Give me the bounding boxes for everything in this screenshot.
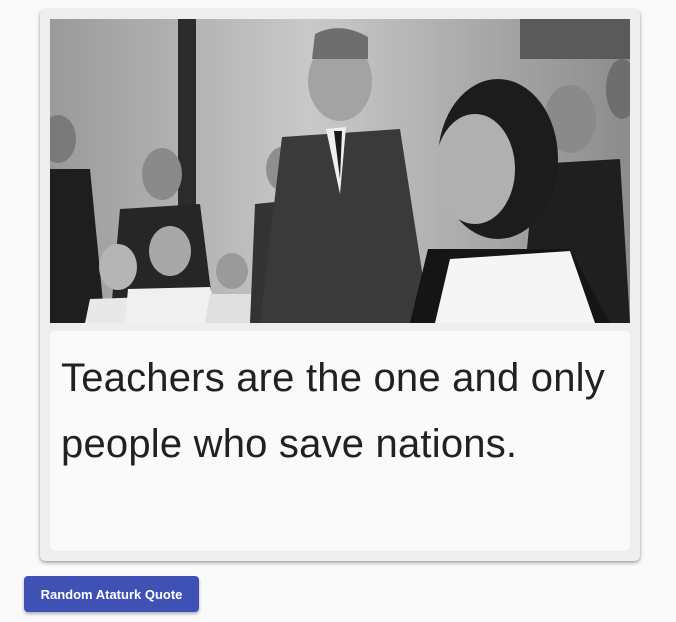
random-quote-button[interactable]: Random Ataturk Quote (24, 576, 199, 612)
quote-text: Teachers are the one and only people who… (61, 356, 605, 466)
quote-container: Teachers are the one and only people who… (50, 331, 630, 551)
quote-card: Teachers are the one and only people who… (40, 9, 640, 561)
ataturk-photo (50, 19, 630, 323)
